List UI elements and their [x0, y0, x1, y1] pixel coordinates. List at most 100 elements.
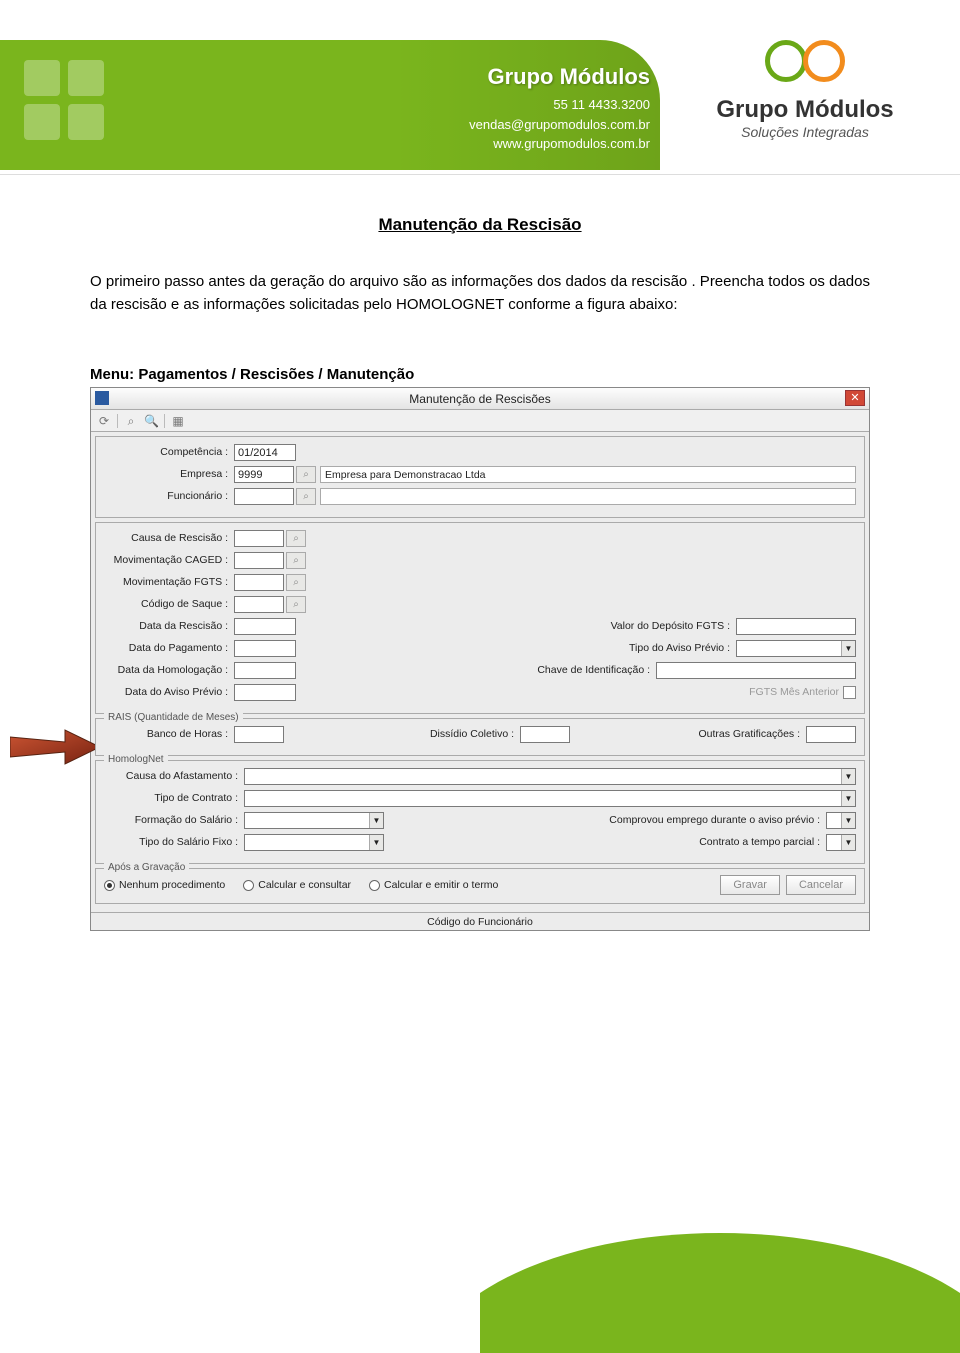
page-header: Grupo Módulos 55 11 4433.3200 vendas@gru…: [0, 0, 960, 175]
tipo-contrato-select[interactable]: ▼: [244, 790, 856, 807]
header-logo: Grupo Módulos Soluções Integradas: [690, 40, 920, 140]
group-top: Competência : 01/2014 Empresa : 9999 ⌕ E…: [95, 436, 865, 518]
radio-emitir-label: Calcular e emitir o termo: [384, 879, 498, 891]
radio-emitir[interactable]: Calcular e emitir o termo: [369, 879, 498, 891]
empresa-lookup-icon[interactable]: ⌕: [296, 466, 316, 483]
header-squares: [24, 60, 104, 140]
fgts-mes-ant-checkbox[interactable]: [843, 686, 856, 699]
arrow-pointer-icon: [10, 722, 100, 772]
group-homolognet: HomologNet Causa do Afastamento : ▼ Tipo…: [95, 760, 865, 864]
chevron-down-icon: ▼: [841, 835, 855, 850]
tipo-sal-fixo-label: Tipo do Salário Fixo :: [104, 836, 244, 848]
logo-title: Grupo Módulos: [690, 96, 920, 124]
chevron-down-icon: ▼: [841, 641, 855, 656]
funcionario-input[interactable]: [234, 488, 294, 505]
comprov-select[interactable]: ▼: [826, 812, 856, 829]
toolbar-magnify-icon[interactable]: 🔍: [144, 414, 158, 428]
status-bar: Código do Funcionário: [91, 912, 869, 930]
mov-caged-input[interactable]: [234, 552, 284, 569]
page-content: Manutenção da Rescisão O primeiro passo …: [0, 175, 960, 931]
competencia-input[interactable]: 01/2014: [234, 444, 296, 461]
window-toolbar: ⟳ ⌕ 🔍 ▦: [91, 410, 869, 432]
cod-saque-lookup-icon[interactable]: ⌕: [286, 596, 306, 613]
radio-icon: [369, 880, 380, 891]
window-title: Manutenção de Rescisões: [409, 392, 550, 406]
menu-path: Menu: Pagamentos / Rescisões / Manutençã…: [90, 366, 870, 383]
contrato-parcial-select[interactable]: ▼: [826, 834, 856, 851]
header-email: vendas@grupomodulos.com.br: [469, 115, 650, 135]
tipo-aviso-label: Tipo do Aviso Prévio :: [296, 642, 736, 654]
valor-fgts-input[interactable]: [736, 618, 856, 635]
funcionario-label: Funcionário :: [104, 490, 234, 502]
radio-nenhum-label: Nenhum procedimento: [119, 879, 225, 891]
data-homolog-input[interactable]: [234, 662, 296, 679]
header-contact: Grupo Módulos 55 11 4433.3200 vendas@gru…: [469, 60, 650, 154]
chave-input[interactable]: [656, 662, 856, 679]
hn-group-title: HomologNet: [104, 754, 168, 765]
contrato-parcial-label: Contrato a tempo parcial :: [384, 836, 826, 848]
formacao-sal-label: Formação do Salário :: [104, 814, 244, 826]
window-titlebar: Manutenção de Rescisões ✕: [91, 388, 869, 410]
chevron-down-icon: ▼: [841, 791, 855, 806]
mov-fgts-input[interactable]: [234, 574, 284, 591]
radio-nenhum[interactable]: Nenhum procedimento: [104, 879, 225, 891]
chevron-down-icon: ▼: [841, 813, 855, 828]
window: Manutenção de Rescisões ✕ ⟳ ⌕ 🔍 ▦ Compet…: [90, 387, 870, 931]
edit-icon: [95, 391, 109, 405]
data-homolog-label: Data da Homologação :: [104, 664, 234, 676]
fgts-mes-ant-label: FGTS Mês Anterior: [749, 686, 839, 698]
data-aviso-input[interactable]: [234, 684, 296, 701]
group-rais: RAIS (Quantidade de Meses) Banco de Hora…: [95, 718, 865, 756]
mov-fgts-label: Movimentação FGTS :: [104, 576, 234, 588]
toolbar-grid-icon[interactable]: ▦: [171, 414, 185, 428]
funcionario-lookup-icon[interactable]: ⌕: [296, 488, 316, 505]
tipo-aviso-select[interactable]: ▼: [736, 640, 856, 657]
close-icon[interactable]: ✕: [845, 390, 865, 406]
group-rescisao: Causa de Rescisão : ⌕ Movimentação CAGED…: [95, 522, 865, 714]
toolbar-icon-1[interactable]: ⟳: [97, 414, 111, 428]
causa-afast-label: Causa do Afastamento :: [104, 770, 244, 782]
apos-group-title: Após a Gravação: [104, 862, 189, 873]
tipo-contrato-label: Tipo de Contrato :: [104, 792, 244, 804]
empresa-input[interactable]: 9999: [234, 466, 294, 483]
gratif-input[interactable]: [806, 726, 856, 743]
mov-caged-label: Movimentação CAGED :: [104, 554, 234, 566]
radio-consultar[interactable]: Calcular e consultar: [243, 879, 351, 891]
formacao-sal-select[interactable]: ▼: [244, 812, 384, 829]
radio-consultar-label: Calcular e consultar: [258, 879, 351, 891]
intro-text: O primeiro passo antes da geração do arq…: [90, 271, 870, 316]
banco-input[interactable]: [234, 726, 284, 743]
tipo-sal-fixo-select[interactable]: ▼: [244, 834, 384, 851]
valor-fgts-label: Valor do Depósito FGTS :: [296, 620, 736, 632]
header-phone: 55 11 4433.3200: [469, 95, 650, 115]
gravar-button[interactable]: Gravar: [720, 875, 780, 895]
causa-input[interactable]: [234, 530, 284, 547]
cod-saque-input[interactable]: [234, 596, 284, 613]
chevron-down-icon: ▼: [841, 769, 855, 784]
data-pag-input[interactable]: [234, 640, 296, 657]
chevron-down-icon: ▼: [369, 835, 383, 850]
radio-icon: [243, 880, 254, 891]
group-apos-gravacao: Após a Gravação Nenhum procedimento Calc…: [95, 868, 865, 904]
competencia-label: Competência :: [104, 446, 234, 458]
cancelar-button[interactable]: Cancelar: [786, 875, 856, 895]
chave-label: Chave de Identificação :: [296, 664, 656, 676]
logo-subtitle: Soluções Integradas: [690, 124, 920, 140]
data-resc-input[interactable]: [234, 618, 296, 635]
empresa-desc: Empresa para Demonstracao Ltda: [320, 466, 856, 483]
causa-lookup-icon[interactable]: ⌕: [286, 530, 306, 547]
mov-fgts-lookup-icon[interactable]: ⌕: [286, 574, 306, 591]
radio-icon: [104, 880, 115, 891]
toolbar-search-icon[interactable]: ⌕: [124, 414, 138, 428]
dissidio-input[interactable]: [520, 726, 570, 743]
cod-saque-label: Código de Saque :: [104, 598, 234, 610]
funcionario-desc: [320, 488, 856, 505]
header-brand: Grupo Módulos: [469, 60, 650, 93]
footer-curve: [480, 1183, 960, 1353]
chevron-down-icon: ▼: [369, 813, 383, 828]
data-aviso-label: Data do Aviso Prévio :: [104, 686, 234, 698]
screenshot-wrapper: Manutenção de Rescisões ✕ ⟳ ⌕ 🔍 ▦ Compet…: [90, 387, 870, 931]
banco-label: Banco de Horas :: [104, 728, 234, 740]
mov-caged-lookup-icon[interactable]: ⌕: [286, 552, 306, 569]
causa-afast-select[interactable]: ▼: [244, 768, 856, 785]
